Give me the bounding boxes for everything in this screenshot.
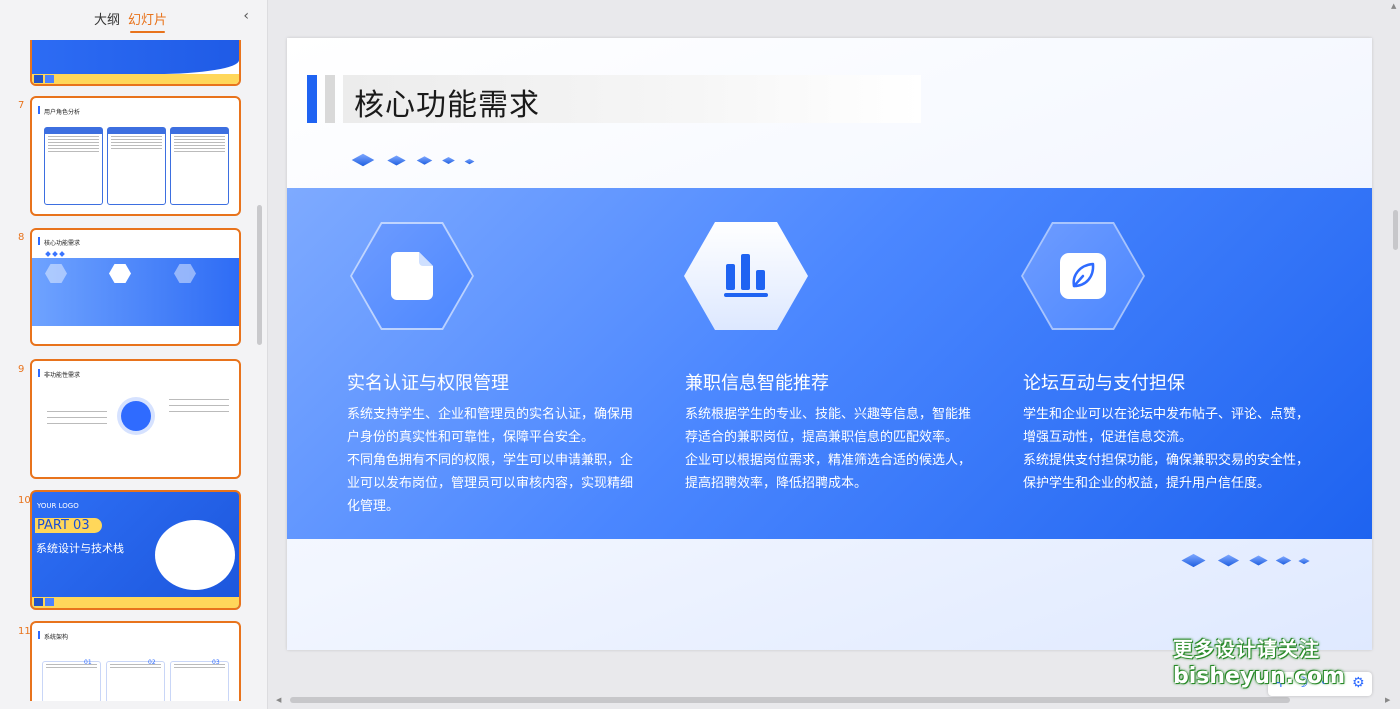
slide-thumbnail-10[interactable]: YOUR LOGO PART 03 系统设计与技术栈 [30, 490, 241, 610]
slide-number: 8 [18, 232, 25, 243]
feature-title[interactable]: 兼职信息智能推荐 [685, 369, 829, 395]
thumb-line [169, 399, 229, 400]
horizontal-scrollbar[interactable] [290, 697, 1290, 703]
thumb-footer-bar [32, 74, 239, 84]
thumb-line [47, 411, 107, 412]
watermark-line1: 更多设计请关注 [1173, 637, 1320, 661]
thumb-card [107, 127, 166, 205]
watermark: 更多设计请关注 bisheyun.com [1173, 633, 1345, 689]
chevron-left-icon[interactable]: ‹ [243, 8, 249, 24]
thumb-line [47, 423, 107, 424]
document-icon [350, 222, 474, 330]
feature-text[interactable]: 系统支持学生、企业和管理员的实名认证，确保用户身份的真实性和可靠性，保障平台安全… [347, 403, 642, 518]
feature-text[interactable]: 学生和企业可以在论坛中发布帖子、评论、点赞，增强互动性，促进信息交流。 系统提供… [1023, 403, 1318, 495]
panel-scrollbar[interactable] [257, 205, 262, 345]
feature-title[interactable]: 实名认证与权限管理 [347, 369, 509, 395]
slide-number: 11 [18, 626, 31, 637]
slide-number: 9 [18, 364, 25, 375]
tab-outline[interactable]: 大纲 [94, 9, 120, 28]
slide-thumbnail-8[interactable]: 核心功能需求 [30, 228, 241, 346]
thumb-logo: YOUR LOGO [37, 502, 79, 510]
thumb-num: 03 [212, 659, 220, 666]
panel-tabs: 大纲 幻灯片 ‹ [0, 0, 267, 36]
thumb-nav-left [34, 598, 43, 606]
thumb-nav-right [45, 75, 54, 83]
gear-icon[interactable]: ⚙ [1352, 675, 1365, 691]
bar-chart-icon [684, 222, 808, 330]
thumb-line [169, 411, 229, 412]
thumb-illustration [155, 520, 235, 590]
feature-text[interactable]: 系统根据学生的专业、技能、兴趣等信息，智能推荐适合的兼职岗位，提高兼职信息的匹配… [685, 403, 980, 495]
scroll-right-arrow[interactable]: ▶ [1385, 696, 1390, 704]
tab-slides[interactable]: 幻灯片 [128, 9, 167, 33]
slide-thumbnail-9[interactable]: 非功能性需求 [30, 359, 241, 479]
slide-title[interactable]: 核心功能需求 [354, 80, 540, 124]
slide-number: 10 [18, 495, 31, 506]
thumb-title: 用户角色分析 [37, 106, 81, 116]
thumb-title: 系统架构 [37, 631, 69, 641]
thumb-card [44, 127, 103, 205]
thumb-num: 02 [148, 659, 156, 666]
thumb-title: 非功能性需求 [37, 369, 81, 379]
slide-number: 7 [18, 100, 25, 111]
slide-thumbnail-6[interactable] [30, 40, 241, 86]
slides-panel: 大纲 幻灯片 ‹ 7 用户角色分析 8 核心功能需求 9 非功能性需求 10 Y… [0, 0, 268, 709]
slide-thumbnail-11[interactable]: 系统架构 01 02 03 [30, 621, 241, 701]
thumb-nav-left [34, 75, 43, 83]
watermark-line2: bisheyun.com [1173, 664, 1346, 689]
thumb-num: 01 [84, 659, 92, 666]
title-accent-bar [307, 75, 317, 123]
vertical-scrollbar[interactable] [1393, 210, 1398, 250]
thumb-line [47, 417, 107, 418]
slide-thumbnail-7[interactable]: 用户角色分析 [30, 96, 241, 216]
feature-title[interactable]: 论坛互动与支付担保 [1023, 369, 1185, 395]
thumb-title: 核心功能需求 [37, 237, 81, 247]
thumb-diamond [45, 251, 51, 257]
thumb-card [106, 661, 165, 701]
thumb-card [170, 127, 229, 205]
title-accent-bar-gray [325, 75, 335, 123]
thumb-banner [32, 40, 239, 74]
thumb-line [169, 405, 229, 406]
thumb-center-circle [121, 401, 151, 431]
leaf-icon [1021, 222, 1145, 330]
thumb-footer-bar [32, 597, 239, 608]
thumb-nav-right [45, 598, 54, 606]
thumb-card [170, 661, 229, 701]
thumb-diamond [59, 251, 65, 257]
thumb-card [42, 661, 101, 701]
scroll-left-arrow[interactable]: ◀ [276, 696, 281, 704]
thumb-diamond [52, 251, 58, 257]
scroll-up-arrow[interactable]: ▲ [1391, 2, 1396, 10]
thumb-part: PART 03 [35, 518, 102, 533]
thumb-subtitle: 系统设计与技术栈 [36, 542, 124, 555]
slide-canvas[interactable]: 核心功能需求 实名认证与权限管理 系统支持学生、企业和管理员的实名认证，确保用户… [287, 38, 1372, 650]
